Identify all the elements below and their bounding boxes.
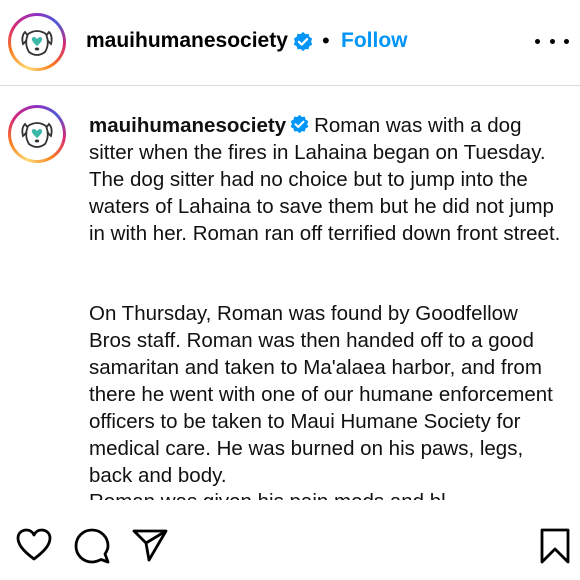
more-options-icon[interactable] <box>535 30 569 52</box>
verified-badge-icon <box>290 114 309 134</box>
follow-button[interactable]: Follow <box>341 29 408 53</box>
caption-paragraph-1: mauihumanesociety Roman was with a dog s… <box>89 112 564 247</box>
separator-dot: • <box>322 28 330 53</box>
share-icon[interactable] <box>132 528 168 562</box>
post-author-username[interactable]: mauihumanesociety <box>86 29 288 53</box>
post-header: mauihumanesociety • Follow <box>0 0 580 86</box>
caption-paragraph-2: On Thursday, Roman was found by Goodfell… <box>89 302 553 487</box>
dog-logo-icon <box>21 30 53 56</box>
verified-badge-icon <box>293 31 313 52</box>
post-action-bar <box>0 508 580 580</box>
heart-icon[interactable] <box>16 528 52 562</box>
comment-icon[interactable] <box>74 528 110 564</box>
dog-logo-icon <box>21 122 53 148</box>
caption-truncated-line: Roman was given his pain meds and bl... <box>89 488 509 500</box>
caption-username[interactable]: mauihumanesociety <box>89 114 286 137</box>
bookmark-icon[interactable] <box>540 528 570 564</box>
caption-avatar[interactable] <box>8 105 66 163</box>
avatar[interactable] <box>8 13 66 71</box>
